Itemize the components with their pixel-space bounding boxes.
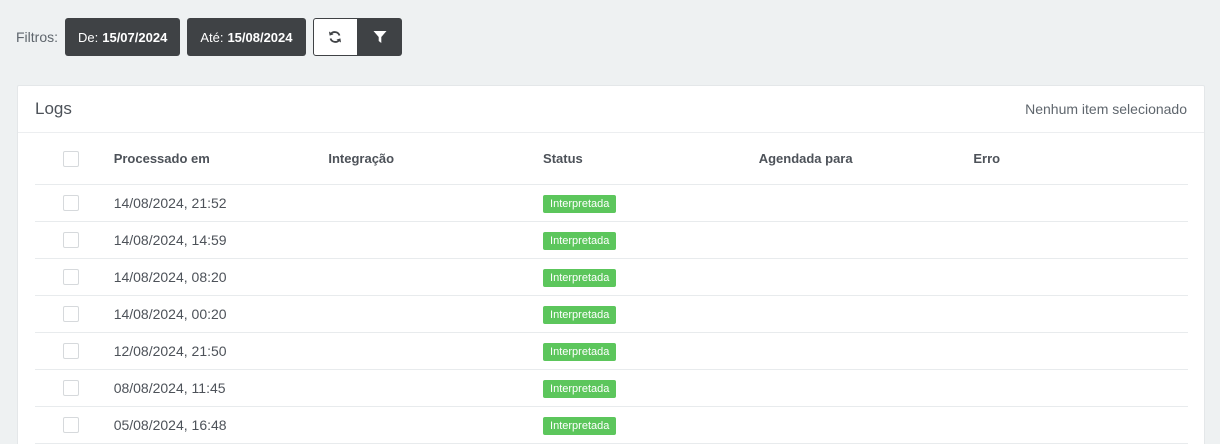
row-checkbox[interactable] [63, 343, 79, 359]
row-checkbox[interactable] [63, 306, 79, 322]
table-row[interactable]: 08/08/2024, 11:45 Interpretada [35, 370, 1188, 407]
status-badge: Interpretada [543, 268, 617, 287]
processed-at-cell: 14/08/2024, 08:20 [113, 269, 227, 285]
status-badge: Interpretada [543, 342, 617, 361]
logs-panel-header: Logs Nenhum item selecionado [18, 86, 1204, 133]
column-header-scheduled-for[interactable]: Agendada para [759, 151, 974, 166]
processed-at-cell: 08/08/2024, 11:45 [113, 380, 226, 396]
date-from-label: De: [78, 29, 99, 45]
column-header-status[interactable]: Status [543, 151, 759, 166]
row-checkbox[interactable] [63, 380, 79, 396]
date-from-button[interactable]: De: 15/07/2024 [65, 18, 181, 56]
table-row[interactable]: 14/08/2024, 08:20 Interpretada [35, 259, 1188, 296]
status-badge: Interpretada [543, 194, 617, 213]
row-checkbox[interactable] [63, 195, 79, 211]
date-from-value: 15/07/2024 [102, 29, 168, 45]
row-checkbox[interactable] [63, 269, 79, 285]
funnel-icon [373, 31, 387, 43]
logs-table: Processado em Integração Status Agendada… [35, 133, 1188, 444]
row-checkbox[interactable] [63, 417, 79, 433]
table-row[interactable]: 14/08/2024, 21:52 Interpretada [35, 185, 1188, 222]
processed-at-cell: 14/08/2024, 21:52 [113, 195, 227, 211]
date-to-button[interactable]: Até: 15/08/2024 [187, 18, 306, 56]
date-to-label: Até: [200, 29, 224, 45]
filters-bar: Filtros: De: 15/07/2024 Até: 15/08/2024 [16, 18, 402, 56]
panel-title: Logs [35, 99, 72, 118]
logs-panel: Logs Nenhum item selecionado Processado … [17, 85, 1205, 444]
refresh-icon [329, 31, 342, 43]
action-button-group [312, 18, 402, 56]
processed-at-cell: 12/08/2024, 21:50 [113, 343, 227, 359]
column-header-error[interactable]: Erro [973, 151, 1188, 166]
processed-at-cell: 14/08/2024, 00:20 [113, 306, 227, 322]
table-row[interactable]: 05/08/2024, 16:48 Interpretada [35, 407, 1188, 444]
refresh-button[interactable] [312, 18, 358, 56]
status-badge: Interpretada [543, 231, 617, 250]
table-row[interactable]: 12/08/2024, 21:50 Interpretada [35, 333, 1188, 370]
column-header-integration[interactable]: Integração [328, 151, 543, 166]
status-badge: Interpretada [543, 305, 617, 324]
date-to-value: 15/08/2024 [227, 29, 293, 45]
select-all-checkbox[interactable] [63, 150, 79, 167]
table-header-row: Processado em Integração Status Agendada… [35, 133, 1188, 185]
processed-at-cell: 14/08/2024, 14:59 [113, 232, 227, 248]
column-header-processed-at[interactable]: Processado em [114, 151, 329, 166]
table-row[interactable]: 14/08/2024, 00:20 Interpretada [35, 296, 1188, 333]
processed-at-cell: 05/08/2024, 16:48 [113, 417, 227, 433]
filter-button[interactable] [357, 18, 402, 56]
row-checkbox[interactable] [63, 232, 79, 248]
status-badge: Interpretada [543, 379, 617, 398]
table-row[interactable]: 14/08/2024, 14:59 Interpretada [35, 222, 1188, 259]
filters-label: Filtros: [16, 29, 58, 45]
selection-status: Nenhum item selecionado [1025, 101, 1187, 117]
status-badge: Interpretada [543, 416, 617, 435]
